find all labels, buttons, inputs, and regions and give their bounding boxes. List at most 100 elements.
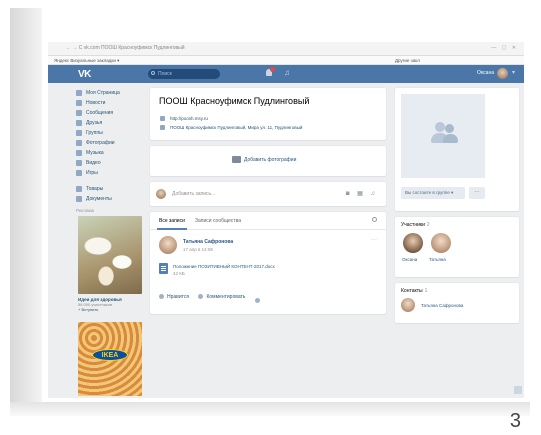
ad-image-ikea[interactable]: IKEA xyxy=(78,322,142,396)
groups-icon xyxy=(76,130,82,136)
slide-shadow-bottom xyxy=(10,402,530,416)
video-icon xyxy=(76,160,82,166)
goods-icon xyxy=(76,186,82,192)
documents-icon xyxy=(76,196,82,202)
group-cover-placeholder[interactable] xyxy=(401,94,485,178)
membership-button[interactable]: Вы состоите в группе ▾ xyxy=(401,187,465,199)
news-icon xyxy=(76,100,82,106)
post-author-avatar[interactable] xyxy=(159,236,177,254)
contacts-card: Контакты 1 Татьяна Сафронова xyxy=(395,283,519,323)
sidebar-item-label: Группы xyxy=(86,130,103,136)
ikea-logo: IKEA xyxy=(92,349,128,361)
slide-shadow-left xyxy=(10,8,42,410)
add-photos-button[interactable]: Добавить фотографии xyxy=(232,156,297,163)
games-icon xyxy=(76,170,82,176)
post-composer: Добавить запись... ◙ ▦ ♫ xyxy=(150,182,386,206)
post-document-link[interactable]: Положение ПОЗИТИВНЫЙ КОНТЕНТ-2017.docx xyxy=(173,264,275,269)
slide-page-number: 3 xyxy=(509,410,521,432)
share-icon xyxy=(254,298,260,303)
notification-badge xyxy=(270,67,275,72)
post-document-size: 42 КБ xyxy=(173,271,185,276)
document-icon xyxy=(159,263,168,274)
members-title: Участники xyxy=(401,222,425,228)
main-column: ПООШ Красноуфимск Пудлинговый http://poo… xyxy=(150,88,386,320)
member-name[interactable]: Татьяна xyxy=(429,257,446,262)
sidebar-item-label: Друзья xyxy=(86,120,103,126)
vk-screenshot: ← → C vk.com ПООШ Красноуфимск Пудлингов… xyxy=(48,42,524,398)
composer-avatar xyxy=(156,189,166,199)
music-note-icon[interactable]: ♫ xyxy=(284,68,290,77)
sidebar-item-label: Документы xyxy=(86,196,112,202)
people-icon xyxy=(431,122,458,144)
like-button[interactable]: Нравится xyxy=(159,294,189,300)
sidebar-item-label: Товары xyxy=(86,186,104,192)
photos-icon xyxy=(76,140,82,146)
composer-attach-icons[interactable]: ◙ ▦ ♫ xyxy=(346,190,378,197)
heart-icon xyxy=(159,294,164,299)
sidebar-item-label: Музыка xyxy=(86,150,104,156)
browser-toolbar: ← → C vk.com ПООШ Красноуфимск Пудлингов… xyxy=(48,42,524,56)
members-header[interactable]: Участники 2 xyxy=(401,222,430,228)
tab-all-posts[interactable]: Все записи xyxy=(159,218,185,224)
comment-icon xyxy=(198,294,204,299)
group-address[interactable]: ПООШ Красноуфимск Пудлинговый, Мира ул. … xyxy=(170,125,302,130)
music-icon xyxy=(76,150,82,156)
sidebar-item-label: Фотографии xyxy=(86,140,115,146)
header-user-name[interactable]: Оксана xyxy=(477,70,494,76)
comment-label: Комментировать xyxy=(206,294,246,300)
slide: ← → C vk.com ПООШ Красноуфимск Пудлингов… xyxy=(0,0,541,435)
active-tab-indicator xyxy=(157,228,187,230)
contact-avatar[interactable] xyxy=(401,298,415,312)
bookmarks-left[interactable]: Яндекс Визуальные закладки ▾ xyxy=(54,58,119,63)
members-card: Участники 2 Оксана Татьяна xyxy=(395,217,519,277)
group-address-row: ПООШ Красноуфимск Пудлинговый, Мира ул. … xyxy=(150,123,386,132)
link-icon xyxy=(160,116,165,121)
contacts-count: 1 xyxy=(424,288,428,294)
member-avatar[interactable] xyxy=(431,233,451,253)
search-input[interactable]: Поиск xyxy=(148,69,220,79)
group-website[interactable]: http://poosh.msy.ru xyxy=(170,116,208,121)
wall-search-icon[interactable] xyxy=(372,217,377,222)
header-avatar[interactable] xyxy=(497,68,508,79)
sidebar-item-label: Моя Страница xyxy=(86,90,120,96)
members-count: 2 xyxy=(426,222,430,228)
scroll-to-top-button[interactable] xyxy=(514,386,522,394)
composer-input[interactable]: Добавить запись... xyxy=(172,191,215,197)
post-date[interactable]: 17 апр в 14:08 xyxy=(183,247,213,252)
post-menu-icon[interactable]: ··· xyxy=(371,237,377,243)
chevron-down-icon[interactable]: ▾ xyxy=(512,69,515,76)
group-website-row: http://poosh.msy.ru xyxy=(150,114,386,123)
contacts-title: Контакты xyxy=(401,288,423,294)
photos-card: Добавить фотографии xyxy=(150,146,386,176)
post-author-name[interactable]: Татьяна Сафронова xyxy=(183,239,233,245)
member-name[interactable]: Оксана xyxy=(402,257,417,262)
sidebar-item-label: Видео xyxy=(86,160,101,166)
tab-community-posts[interactable]: Записи сообщества xyxy=(195,218,241,224)
location-pin-icon xyxy=(160,125,165,130)
vk-header: VK Поиск ♫ Оксана ▾ xyxy=(48,65,524,83)
sidebar-item-label: Новости xyxy=(86,100,106,106)
bookmarks-bar: Яндекс Визуальные закладки ▾ Другие закл xyxy=(48,56,524,65)
browser-address-bar[interactable]: ← → C vk.com ПООШ Красноуфимск Пудлингов… xyxy=(66,45,286,53)
friends-icon xyxy=(76,120,82,126)
sidebar-item-label: Сообщения xyxy=(86,110,114,116)
add-photos-label: Добавить фотографии xyxy=(244,157,297,163)
home-icon xyxy=(76,90,82,96)
group-title: ПООШ Красноуфимск Пудлинговый xyxy=(159,96,310,106)
post-actions: Нравится Комментировать xyxy=(159,294,271,303)
more-button[interactable]: ··· xyxy=(469,187,485,199)
contact-name[interactable]: Татьяна Сафронова xyxy=(421,303,463,308)
search-icon xyxy=(151,71,155,75)
messages-icon xyxy=(76,110,82,116)
comment-button[interactable]: Комментировать xyxy=(198,294,245,300)
browser-window-controls[interactable]: — ▢ ✕ xyxy=(491,45,518,51)
wall-card: Все записи Записи сообщества Татьяна Саф… xyxy=(150,212,386,314)
ad-image-dairy[interactable] xyxy=(78,216,142,294)
contacts-header[interactable]: Контакты 1 xyxy=(401,288,427,294)
wall-tabs: Все записи Записи сообщества xyxy=(150,212,386,230)
right-column: Вы состоите в группе ▾ ··· Участники 2 Ок… xyxy=(395,88,519,329)
member-avatar[interactable] xyxy=(403,233,423,253)
bookmarks-other[interactable]: Другие закл xyxy=(395,58,519,63)
vk-logo[interactable]: VK xyxy=(78,69,91,80)
group-cover-card: Вы состоите в группе ▾ ··· xyxy=(395,88,519,211)
